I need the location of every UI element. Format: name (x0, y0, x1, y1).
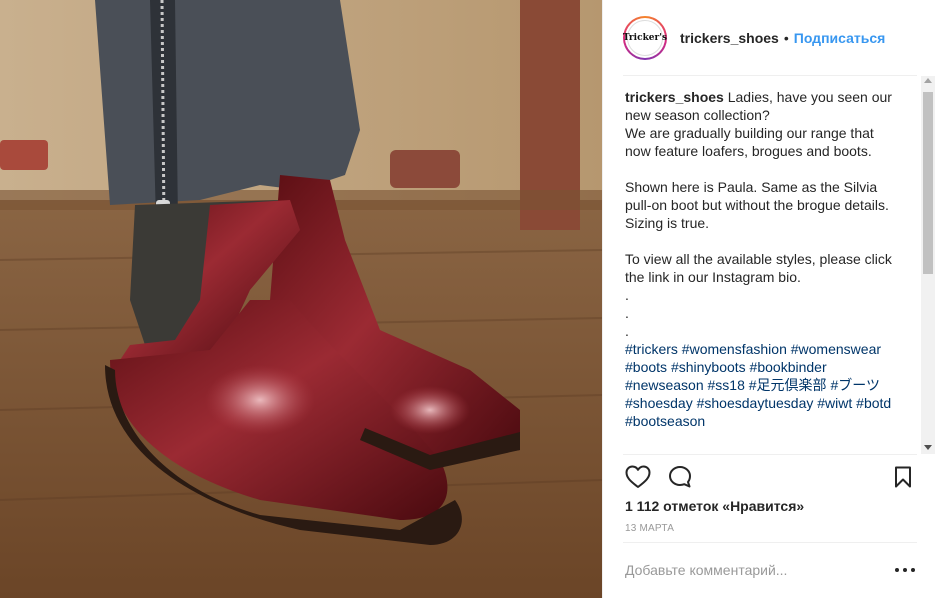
post-photo[interactable] (0, 0, 602, 598)
post-actions (623, 462, 918, 492)
more-dot-icon (895, 568, 899, 572)
caption-scrollbar[interactable] (921, 76, 935, 454)
caption-text-block: trickers_shoes Ladies, have you seen our… (625, 88, 895, 340)
comment-button[interactable] (665, 462, 695, 492)
hashtag-link[interactable]: #bootseason (625, 413, 705, 429)
avatar-logo-text: Tricker's (623, 20, 667, 56)
hashtag-link[interactable]: #足元倶楽部 (749, 377, 827, 393)
comment-input[interactable] (623, 555, 885, 585)
boots-photo-illustration (0, 0, 602, 598)
hashtag-link[interactable]: #womenswear (791, 341, 881, 357)
header-separator: • (783, 30, 789, 46)
post-sidebar: Tricker's trickers_shoes • Подписаться t… (602, 0, 937, 598)
hashtag-link[interactable]: #womensfashion (682, 341, 787, 357)
hashtag-link[interactable]: #wiwt (817, 395, 852, 411)
more-dot-icon (903, 568, 907, 572)
hashtag-link[interactable]: #newseason (625, 377, 704, 393)
post-header: Tricker's trickers_shoes • Подписаться (603, 0, 937, 76)
hashtag-link[interactable]: #shinyboots (671, 359, 746, 375)
speech-bubble-icon (669, 466, 691, 488)
caption-text: Ladies, have you seen our new season col… (625, 89, 892, 339)
scroll-up-arrow-icon[interactable] (924, 78, 932, 83)
more-dot-icon (911, 568, 915, 572)
scroll-down-arrow-icon[interactable] (924, 445, 932, 450)
hashtag-link[interactable]: #ブーツ (830, 377, 880, 393)
hashtag-link[interactable]: #shoesdaytuesday (697, 395, 814, 411)
header-divider (623, 75, 917, 76)
caption-username-link[interactable]: trickers_shoes (625, 89, 724, 105)
heart-outline-icon (625, 465, 651, 488)
actions-divider (623, 454, 917, 455)
avatar[interactable]: Tricker's (623, 16, 667, 60)
likes-count-link[interactable]: 1 112 отметок «Нравится» (625, 498, 804, 514)
caption-comments-area[interactable]: trickers_shoes Ladies, have you seen our… (625, 88, 895, 454)
hashtag-link[interactable]: #bookbinder (750, 359, 827, 375)
follow-button[interactable]: Подписаться (794, 30, 886, 46)
instagram-post: Tricker's trickers_shoes • Подписаться t… (0, 0, 937, 598)
hashtag-link[interactable]: #shoesday (625, 395, 693, 411)
comment-divider (623, 542, 917, 543)
save-button[interactable] (888, 462, 918, 492)
header-username-link[interactable]: trickers_shoes (680, 30, 779, 46)
bookmark-icon (895, 466, 911, 488)
hashtag-link[interactable]: #ss18 (708, 377, 745, 393)
post-date[interactable]: 13 марта (625, 523, 674, 534)
scrollbar-thumb[interactable] (923, 92, 933, 274)
caption-hashtags: #trickers #womensfashion #womenswear #bo… (625, 340, 895, 430)
hashtag-link[interactable]: #boots (625, 359, 667, 375)
hashtag-link[interactable]: #trickers (625, 341, 678, 357)
hashtag-link[interactable]: #botd (856, 395, 891, 411)
like-button[interactable] (623, 462, 653, 492)
more-options-button[interactable] (895, 561, 915, 579)
